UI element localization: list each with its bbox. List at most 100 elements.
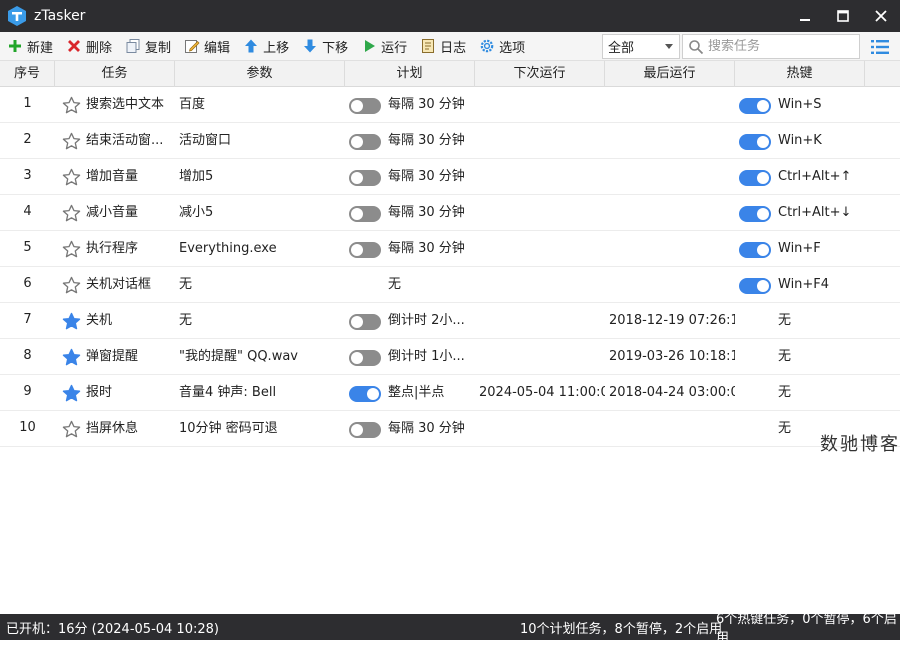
copy-icon (126, 39, 140, 53)
schedule-toggle[interactable] (349, 314, 381, 330)
star-filled-icon[interactable] (62, 384, 81, 403)
task-schedule: 每隔 30 分钟 (388, 421, 465, 436)
task-next-run (479, 267, 605, 303)
hotkey-summary-status: 6个热键任务，0个暂停，6个启用 (716, 612, 897, 646)
star-outline-icon[interactable] (62, 132, 81, 151)
task-name: 减小音量 (86, 205, 139, 220)
column-header-last-run[interactable]: 最后运行 (605, 61, 735, 87)
table-row[interactable]: 8 弹窗提醒 "我的提醒" QQ.wav 倒计时 1小... 2019-03-26 10… (0, 339, 900, 375)
hotkey-toggle[interactable] (739, 242, 771, 258)
task-name: 结束活动窗... (86, 133, 164, 148)
move-down-button[interactable]: 下移 (295, 33, 354, 59)
star-filled-icon[interactable] (62, 312, 81, 331)
task-schedule: 每隔 30 分钟 (388, 97, 465, 112)
schedule-toggle[interactable] (349, 206, 381, 222)
hotkey-toggle[interactable] (739, 278, 771, 294)
task-hotkey: Win+F4 (778, 277, 830, 292)
star-outline-icon[interactable] (62, 420, 81, 439)
task-param: 增加5 (179, 169, 214, 184)
task-last-run (609, 123, 735, 159)
task-param: 百度 (179, 97, 206, 112)
column-header-hotkey[interactable]: 热键 (735, 61, 865, 87)
maximize-icon (837, 10, 849, 22)
column-header-next-run[interactable]: 下次运行 (475, 61, 605, 87)
hotkey-toggle[interactable] (739, 98, 771, 114)
schedule-toggle[interactable] (349, 386, 381, 402)
run-task-label: 运行 (381, 40, 408, 56)
plus-icon (9, 40, 21, 52)
table-row[interactable]: 5 执行程序 Everything.exe 每隔 30 分钟 Win+F (0, 231, 900, 267)
schedule-toggle[interactable] (349, 170, 381, 186)
task-param: 无 (179, 313, 193, 328)
new-task-button[interactable]: 新建 (0, 33, 59, 59)
task-filter-select[interactable]: 全部 (602, 34, 680, 59)
app-logo-icon (8, 6, 26, 26)
table-row[interactable]: 9 报时 音量4 钟声: Bell 整点|半点 2024-05-04 11:00:00 2… (0, 375, 900, 411)
row-number: 2 (23, 132, 32, 147)
schedule-toggle[interactable] (349, 350, 381, 366)
task-hotkey: Ctrl+Alt+↑ (778, 169, 852, 184)
column-header-no[interactable]: 序号 (0, 61, 55, 87)
row-number: 6 (23, 276, 32, 291)
star-outline-icon[interactable] (62, 204, 81, 223)
arrow-up-icon (245, 39, 258, 53)
task-last-run: 2019-03-26 10:18:11 (609, 349, 735, 364)
close-button[interactable] (862, 0, 900, 32)
maximize-button[interactable] (824, 0, 862, 32)
run-task-button[interactable]: 运行 (354, 33, 413, 59)
task-last-run (609, 159, 735, 195)
task-schedule: 每隔 30 分钟 (388, 169, 465, 184)
schedule-toggle[interactable] (349, 422, 381, 438)
task-last-run: 2018-04-24 03:00:00 (609, 385, 735, 400)
schedule-toggle[interactable] (349, 98, 381, 114)
table-row[interactable]: 6 关机对话框 无 无 Win+F4 (0, 267, 900, 303)
table-row[interactable]: 10 挡屏休息 10分钟 密码可退 每隔 30 分钟无 (0, 411, 900, 447)
hotkey-toggle[interactable] (739, 170, 771, 186)
minimize-button[interactable] (786, 0, 824, 32)
task-last-run (609, 411, 735, 447)
options-label: 选项 (499, 40, 526, 56)
star-outline-icon[interactable] (62, 168, 81, 187)
table-row[interactable]: 3 增加音量 增加5 每隔 30 分钟 Ctrl+Alt+↑ (0, 159, 900, 195)
task-next-run (479, 195, 605, 231)
arrow-down-icon (304, 39, 317, 53)
log-button[interactable]: 日志 (413, 33, 472, 59)
schedule-toggle[interactable] (349, 134, 381, 150)
column-header-param[interactable]: 参数 (175, 61, 345, 87)
column-header-schedule[interactable]: 计划 (345, 61, 475, 87)
search-icon (689, 39, 704, 54)
table-row[interactable]: 1 搜索选中文本 百度 每隔 30 分钟 Win+S (0, 87, 900, 123)
task-name: 执行程序 (86, 241, 139, 256)
task-hotkey: 无 (778, 385, 792, 400)
task-schedule: 每隔 30 分钟 (388, 241, 465, 256)
search-input[interactable] (708, 39, 856, 54)
list-view-icon[interactable] (870, 38, 890, 56)
edit-task-button[interactable]: 编辑 (177, 33, 236, 59)
log-notebook-icon (422, 39, 435, 53)
log-label: 日志 (440, 40, 467, 56)
delete-task-button[interactable]: 删除 (59, 33, 118, 59)
table-row[interactable]: 2 结束活动窗... 活动窗口 每隔 30 分钟 Win+K (0, 123, 900, 159)
options-button[interactable]: 选项 (472, 33, 531, 59)
star-outline-icon[interactable] (62, 96, 81, 115)
task-param: "我的提醒" QQ.wav (179, 349, 298, 364)
delete-x-icon (68, 40, 81, 52)
column-header-task[interactable]: 任务 (55, 61, 175, 87)
table-row[interactable]: 4 减小音量 减小5 每隔 30 分钟 Ctrl+Alt+↓ (0, 195, 900, 231)
table-row[interactable]: 7 关机 无 倒计时 2小... 2018-12-19 07:26:18 无 (0, 303, 900, 339)
move-up-button[interactable]: 上移 (236, 33, 295, 59)
task-schedule: 倒计时 1小... (388, 349, 465, 364)
task-hotkey: Win+K (778, 133, 822, 148)
search-box (682, 34, 860, 59)
star-outline-icon[interactable] (62, 276, 81, 295)
copy-task-button[interactable]: 复制 (118, 33, 177, 59)
task-param: 活动窗口 (179, 133, 232, 148)
star-outline-icon[interactable] (62, 240, 81, 259)
hotkey-toggle[interactable] (739, 206, 771, 222)
task-schedule: 整点|半点 (388, 385, 445, 400)
hotkey-toggle[interactable] (739, 134, 771, 150)
table-header: 序号 任务 参数 计划 下次运行 最后运行 热键 (0, 61, 900, 87)
schedule-toggle[interactable] (349, 242, 381, 258)
star-filled-icon[interactable] (62, 348, 81, 367)
task-last-run (609, 231, 735, 267)
